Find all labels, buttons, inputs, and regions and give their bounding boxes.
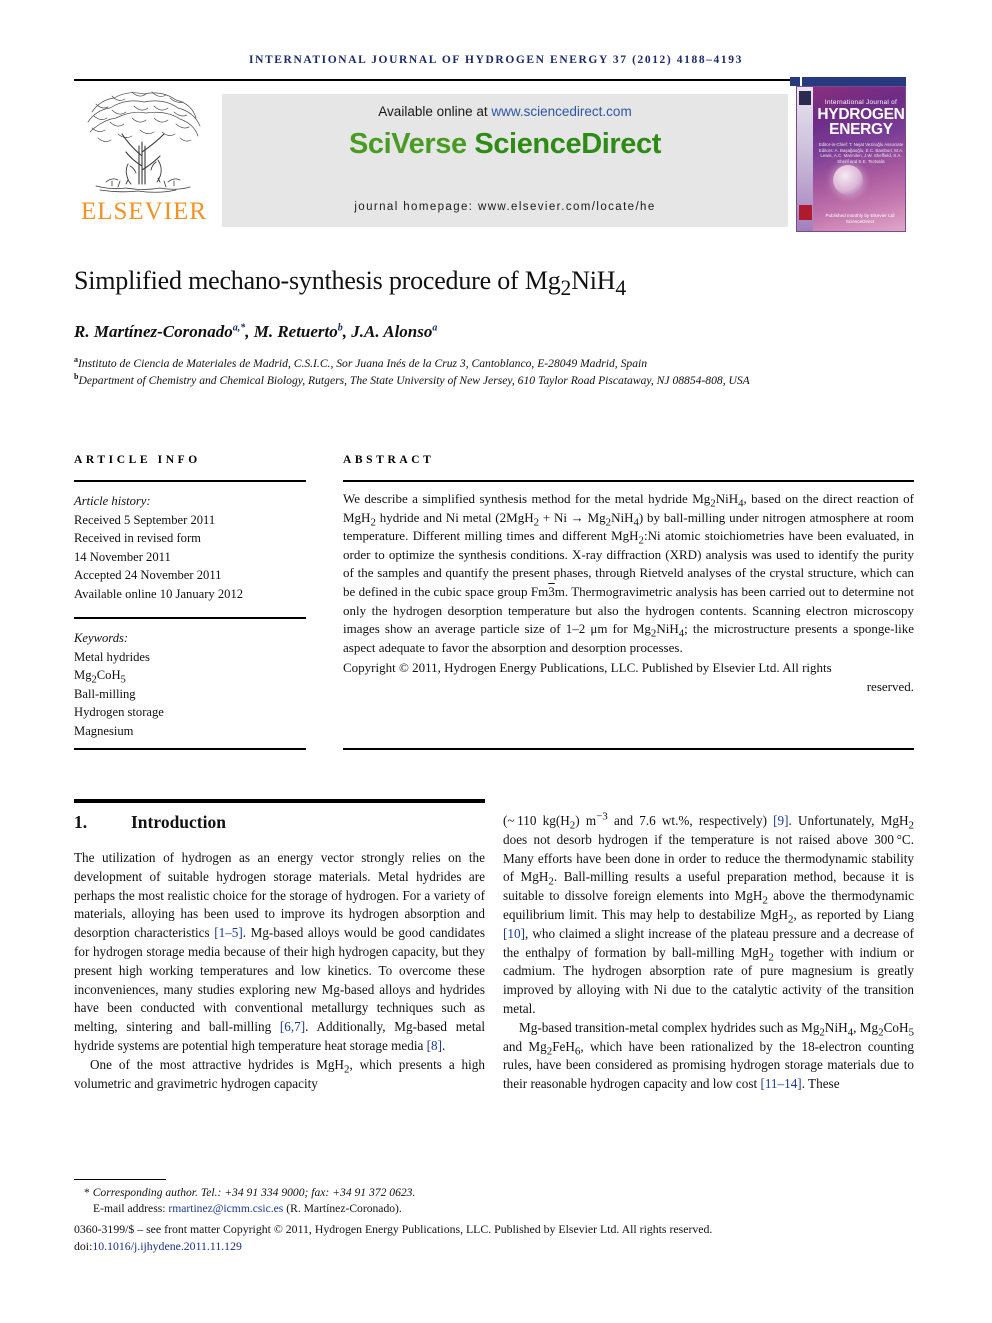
abstract-rule-bottom <box>343 748 914 750</box>
section-thick-rule <box>74 799 485 803</box>
citation-link[interactable]: [9] <box>773 813 788 828</box>
history-item: Available online 10 January 2012 <box>74 586 244 601</box>
sciverse-word: SciVerse <box>348 128 475 160</box>
article-title: Simplified mechano-synthesis procedure o… <box>74 266 914 299</box>
corresponding-author-footnote: * Corresponding author. Tel.: +34 91 334… <box>74 1185 504 1217</box>
keyword-item: Mg2CoH5 <box>74 668 126 686</box>
author-marks: b <box>337 322 343 334</box>
available-online-line: Available online at www.sciencedirect.co… <box>378 104 631 119</box>
keyword-item: Hydrogen storage <box>74 705 164 720</box>
copyright-reserved: reserved. <box>866 678 914 694</box>
doi-line: doi:10.1016/j.ijhydene.2011.11.129 <box>74 1238 914 1255</box>
imprint-line: 0360-3199/$ – see front matter Copyright… <box>74 1222 713 1236</box>
header-rule <box>74 79 796 81</box>
author-marks: a,* <box>232 322 246 334</box>
citation-link[interactable]: [6,7] <box>280 1019 305 1034</box>
cover-editors: Editor-in-Chief: T. Nejat Veziroğlu Asso… <box>818 142 904 164</box>
doi-value[interactable]: 10.1016/j.ijhydene.2011.11.129 <box>92 1239 242 1253</box>
info-rule-bottom <box>74 748 306 750</box>
affiliation-text: Department of Chemistry and Chemical Bio… <box>78 374 750 387</box>
abstract-heading: ABSTRACT <box>343 454 435 466</box>
available-online-text: Available online at <box>378 104 492 119</box>
paragraph: One of the most attractive hydrides is M… <box>74 1056 485 1091</box>
citation-link[interactable]: [1–5] <box>214 925 243 940</box>
paragraph: Mg-based transition-metal complex hydrid… <box>503 1019 914 1092</box>
cover-bottom-badge-icon <box>799 205 812 220</box>
email-suffix: (R. Martínez-Coronado). <box>283 1202 402 1215</box>
footnote-rule <box>74 1179 166 1181</box>
doi-prefix: doi: <box>74 1238 93 1253</box>
footnote-asterisk: * <box>84 1186 93 1199</box>
info-rule-top <box>74 480 306 482</box>
paragraph: (~ 110 kg(H2) m−3 and 7.6 wt.%, respecti… <box>503 810 914 1016</box>
elsevier-wordmark: ELSEVIER <box>80 198 208 225</box>
author-name: M. Retuerto <box>253 322 338 341</box>
email-label: E-mail address: <box>93 1202 169 1215</box>
title-sub-1: 2 <box>560 276 572 301</box>
keywords-block: Keywords: Metal hydrides Mg2CoH5 Ball-mi… <box>74 629 310 741</box>
article-history-label: Article history: <box>74 494 151 508</box>
abstract-body: We describe a simplified synthesis metho… <box>343 490 914 697</box>
journal-article-page: INTERNATIONAL JOURNAL OF HYDROGEN ENERGY… <box>0 0 992 1323</box>
section-title: Introduction <box>131 812 226 832</box>
section-number: 1. <box>74 812 88 832</box>
footnote-line-1: * Corresponding author. Tel.: +34 91 334… <box>74 1185 504 1201</box>
keyword-item: Metal hydrides <box>74 649 150 664</box>
title-part-1: Simplified mechano-synthesis procedure o… <box>74 266 561 295</box>
corresponding-author-label: Corresponding author. <box>92 1186 198 1199</box>
body-column-left: The utilization of hydrogen as an energy… <box>74 849 485 1093</box>
imprint-block: 0360-3199/$ – see front matter Copyright… <box>74 1221 914 1254</box>
article-history: Article history: Received 5 September 20… <box>74 492 310 604</box>
history-item: Received 5 September 2011 <box>74 512 216 527</box>
sciverse-wordmark: SciVerse ScienceDirect <box>349 128 661 161</box>
sciencedirect-banner: Available online at www.sciencedirect.co… <box>222 94 788 227</box>
cover-journal-title: HYDROGEN ENERGY <box>815 107 905 138</box>
keywords-label: Keywords: <box>74 631 129 645</box>
copyright-text: Copyright © 2011, Hydrogen Energy Public… <box>343 660 832 676</box>
author-name: R. Martínez-Coronado <box>74 322 233 341</box>
citation-link[interactable]: [11–14] <box>760 1076 801 1091</box>
affiliation-item: bDepartment of Chemistry and Chemical Bi… <box>74 372 914 389</box>
elsevier-tree-logo-icon <box>87 91 201 193</box>
affiliations: aInstituto de Ciencia de Materiales de M… <box>74 355 914 389</box>
history-item: Accepted 24 November 2011 <box>74 568 222 583</box>
author-marks: a <box>432 322 438 334</box>
section-heading: 1. Introduction <box>74 812 226 833</box>
abstract-copyright: Copyright © 2011, Hydrogen Energy Public… <box>343 659 914 696</box>
journal-homepage: journal homepage: www.elsevier.com/locat… <box>354 201 656 213</box>
sciencedirect-word: ScienceDirect <box>474 128 662 160</box>
cover-title-line2: ENERGY <box>829 121 893 138</box>
abstract-text: We describe a simplified synthesis metho… <box>343 491 915 655</box>
article-info-heading: ARTICLE INFO <box>74 454 201 466</box>
sciencedirect-link[interactable]: www.sciencedirect.com <box>491 104 631 119</box>
history-item: Received in revised form <box>74 531 201 546</box>
citation-link[interactable]: [10] <box>503 926 525 941</box>
footnote-line-2: E-mail address: rmartinez@icmm.csic.es (… <box>74 1201 504 1217</box>
cover-top-badge-icon <box>799 91 811 105</box>
header-navy-tab <box>790 77 906 86</box>
author-list: R. Martínez-Coronadoa,*, M. Retuertob, J… <box>74 322 438 341</box>
author-name: J.A. Alonso <box>351 322 433 341</box>
body-column-right: (~ 110 kg(H2) m−3 and 7.6 wt.%, respecti… <box>503 810 914 1094</box>
running-head: INTERNATIONAL JOURNAL OF HYDROGEN ENERGY… <box>249 54 743 66</box>
title-part-2: NiH <box>571 266 616 295</box>
masthead: ELSEVIER Available online at www.science… <box>74 86 906 234</box>
history-item: 14 November 2011 <box>74 549 171 564</box>
journal-cover-image: International Journal of HYDROGEN ENERGY … <box>796 86 906 232</box>
keyword-item: Magnesium <box>74 723 134 738</box>
cover-journal-prefix: International Journal of <box>824 99 898 106</box>
keyword-item: Ball-milling <box>74 686 136 701</box>
paragraph: The utilization of hydrogen as an energy… <box>74 850 486 1053</box>
corresponding-author-contact: Tel.: +34 91 334 9000; fax: +34 91 372 0… <box>197 1186 416 1199</box>
affiliation-text: Instituto de Ciencia de Materiales de Ma… <box>78 357 648 370</box>
info-rule-middle <box>74 617 306 619</box>
abstract-rule-top <box>343 480 914 482</box>
elsevier-logo: ELSEVIER <box>74 86 214 234</box>
citation-link[interactable]: [8] <box>427 1038 442 1053</box>
title-sub-2: 4 <box>615 276 627 301</box>
cover-circle-graphic <box>833 165 863 195</box>
affiliation-item: aInstituto de Ciencia de Materiales de M… <box>74 355 914 372</box>
email-link[interactable]: rmartinez@icmm.csic.es <box>168 1202 283 1215</box>
cover-footer: Published monthly by Elsevier Ltd Scienc… <box>825 213 895 224</box>
